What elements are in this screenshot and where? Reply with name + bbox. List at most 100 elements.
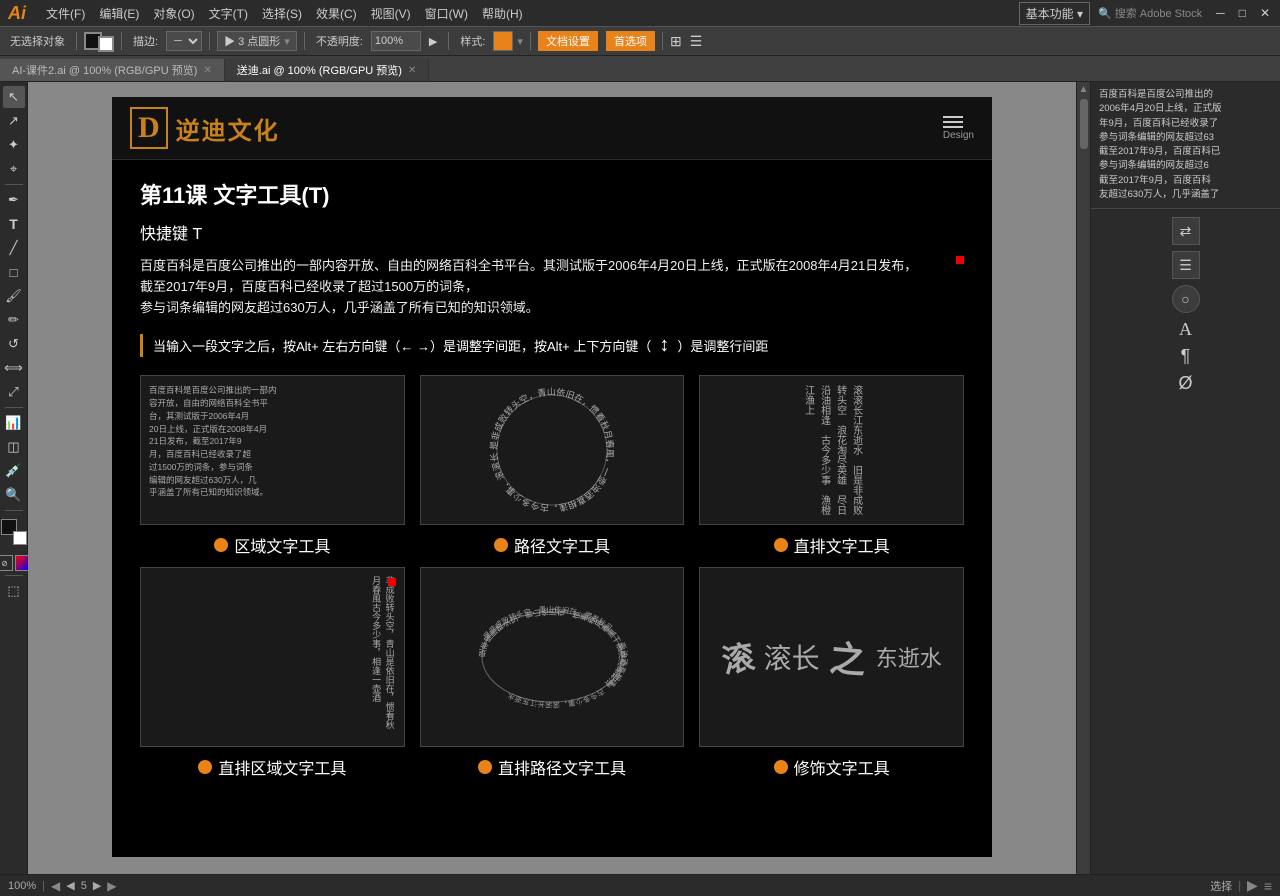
rp-icon-arrows[interactable]: ⇄ (1172, 217, 1200, 245)
right-panel-icons: ⇄ ☰ ○ A ¶ Ø (1091, 209, 1280, 402)
tab-ai-course[interactable]: AI-课件2.ai @ 100% (RGB/GPU 预览) ✕ (0, 59, 225, 81)
close-btn[interactable]: ✕ (1254, 4, 1276, 22)
vertical-area-name: 直排区域文字工具 (218, 755, 346, 779)
selection-tool[interactable]: ↖ (3, 86, 25, 108)
path-text-name: 路径文字工具 (514, 533, 610, 557)
minimize-btn[interactable]: ─ (1210, 4, 1231, 22)
color-controls (1, 519, 27, 545)
vertical-scrollbar[interactable]: ▲ ▼ (1076, 82, 1090, 896)
mirror-tool[interactable]: ⟺ (3, 357, 25, 379)
opacity-input[interactable] (371, 31, 421, 51)
search-stock[interactable]: 🔍 搜索 Adobe Stock (1092, 5, 1208, 21)
rp-icon-para[interactable]: ¶ (1181, 346, 1191, 367)
content-area: 第11课 文字工具(T) 快捷键 T 百度百科是百度公司推出的一部内容开放、自由… (112, 160, 992, 797)
scale-tool[interactable]: ⤢ (3, 381, 25, 403)
vertical-text-dot (774, 538, 788, 552)
rp-icon-text-a[interactable]: A (1179, 319, 1192, 340)
divider1 (76, 32, 77, 50)
eyedropper-tool[interactable]: 💉 (3, 460, 25, 482)
tool-divider3 (5, 510, 23, 511)
vertical-path-label: 直排路径文字工具 (420, 755, 685, 779)
background-color[interactable] (13, 531, 27, 545)
status-settings-btn[interactable]: ≡ (1264, 878, 1272, 894)
menu-edit[interactable]: 编辑(E) (93, 3, 145, 24)
next-page-btn[interactable]: ▶ (107, 879, 116, 893)
menu-text[interactable]: 文字(T) (203, 3, 254, 24)
brush-preset[interactable]: ▶ 3 点圆形 ▾ (217, 31, 297, 51)
lasso-tool[interactable]: ⌖ (3, 158, 25, 180)
menu-effect[interactable]: 效果(C) (310, 3, 363, 24)
tab-sudi-close[interactable]: ✕ (408, 65, 416, 76)
menu-help[interactable]: 帮助(H) (476, 3, 529, 24)
canvas-area[interactable]: D 逆迪文化 Design 第11课 文字工具(T) 快捷键 T (28, 82, 1076, 896)
panel-icon[interactable]: ☰ (690, 33, 703, 50)
area-text-dot (214, 538, 228, 552)
prev-page-btn[interactable]: ◀ (51, 879, 60, 893)
rp-icon-list[interactable]: ☰ (1172, 251, 1200, 279)
divider7 (662, 32, 663, 50)
direct-selection-tool[interactable]: ↗ (3, 110, 25, 132)
pencil-tool[interactable]: ✏ (3, 309, 25, 331)
scroll-up-btn[interactable]: ▲ (1079, 84, 1089, 95)
stroke-color[interactable] (98, 36, 114, 52)
scroll-track (1077, 95, 1090, 883)
rp-icon-char[interactable]: Ø (1178, 373, 1192, 394)
menu-object[interactable]: 对象(O) (147, 3, 200, 24)
none-color[interactable]: ⊘ (0, 555, 13, 571)
artboard-tool[interactable]: ⬚ (3, 580, 25, 602)
tab-sudi[interactable]: 送迪.ai @ 100% (RGB/GPU 预览) ✕ (225, 59, 430, 81)
decoration-dot (774, 760, 788, 774)
menu-view[interactable]: 视图(V) (365, 3, 417, 24)
gradient-tool[interactable]: ◫ (3, 436, 25, 458)
style-swatch[interactable] (493, 31, 513, 51)
area-text-content: 百度百科是百度公司推出的一部内容开放，自由的网络百科全书平台，其测试版于2006… (149, 384, 277, 499)
divider4 (304, 32, 305, 50)
tab-sudi-label: 送迪.ai @ 100% (RGB/GPU 预览) (237, 62, 402, 78)
description-block: 百度百科是百度公司推出的一部内容开放、自由的网络百科全书平台。其测试版于2006… (140, 256, 964, 318)
right-panel: 百度百科是百度公司推出的2006年4月20日上线，正式版年9月，百度百科已经收录… (1090, 82, 1280, 896)
hamburger-icon[interactable] (943, 116, 974, 128)
graph-tool[interactable]: 📊 (3, 412, 25, 434)
doc-settings-btn[interactable]: 文档设置 (538, 31, 598, 51)
tab-ai-course-close[interactable]: ✕ (203, 65, 211, 76)
magic-wand-tool[interactable]: ✦ (3, 134, 25, 156)
line-tool[interactable]: ╱ (3, 237, 25, 259)
preferences-btn[interactable]: 首选项 (606, 31, 655, 51)
maximize-btn[interactable]: □ (1233, 4, 1252, 22)
workspace-selector[interactable]: 基本功能 ▾ (1019, 2, 1090, 25)
stroke-label: 描边: (129, 31, 162, 51)
menu-select[interactable]: 选择(S) (256, 3, 308, 24)
bottom-tools-row: 非成败转头空，青山是依旧在，惯看秋月春風古今多少事，相逢一壶酒 直排区域文字工具 (140, 567, 964, 779)
rp-icon-circle[interactable]: ○ (1172, 285, 1200, 313)
zoom-level[interactable]: 100% (8, 880, 36, 892)
shortcut-label: 快捷键 T (140, 220, 964, 244)
page-prev[interactable]: ◀ (66, 879, 74, 892)
right-panel-content: 百度百科是百度公司推出的2006年4月20日上线，正式版年9月，百度百科已经收录… (1099, 88, 1272, 202)
pen-tool[interactable]: ✒ (3, 189, 25, 211)
style-arrow[interactable]: ▾ (517, 35, 523, 48)
rect-tool[interactable]: □ (3, 261, 25, 283)
page-number[interactable]: 5 (81, 880, 87, 892)
menu-window[interactable]: 窗口(W) (419, 3, 474, 24)
page-next[interactable]: ▶ (93, 879, 101, 892)
vertical-area-box: 非成败转头空，青山是依旧在，惯看秋月春風古今多少事，相逢一壶酒 (140, 567, 405, 747)
stroke-select[interactable]: ─ (166, 31, 202, 51)
arrange-icon[interactable]: ⊞ (670, 33, 682, 50)
tool-divider1 (5, 184, 23, 185)
opacity-arrow[interactable]: ▶ (425, 33, 441, 50)
type-tool[interactable]: T (3, 213, 25, 235)
design-label: Design (943, 130, 974, 141)
decoration-demo: 滚 滚长 之 东逝水 修饰文字工具 (699, 567, 964, 779)
rotate-tool[interactable]: ↺ (3, 333, 25, 355)
area-text-demo: 百度百科是百度公司推出的一部内容开放，自由的网络百科全书平台，其测试版于2006… (140, 375, 405, 557)
menu-file[interactable]: 文件(F) (40, 3, 91, 24)
svg-text:是非成败转头空，青山依旧在，惯看秋月春風，一壶浊酒喜相逢，古: 是非成败转头空，青山依旧在，惯看秋月春風，一壶浊酒喜相逢，古今多少事，滚滚长江东… (482, 380, 616, 514)
vertical-area-label: 直排区域文字工具 (140, 755, 405, 779)
status-play-btn[interactable]: ▶ (1247, 877, 1258, 894)
scroll-thumb[interactable] (1080, 99, 1088, 149)
decoration-label: 修饰文字工具 (699, 755, 964, 779)
zoom-tool[interactable]: 🔍 (3, 484, 25, 506)
status-divider1: | (42, 880, 45, 892)
vertical-path-name: 直排路径文字工具 (498, 755, 626, 779)
paint-brush-tool[interactable]: 🖌 (3, 285, 25, 307)
